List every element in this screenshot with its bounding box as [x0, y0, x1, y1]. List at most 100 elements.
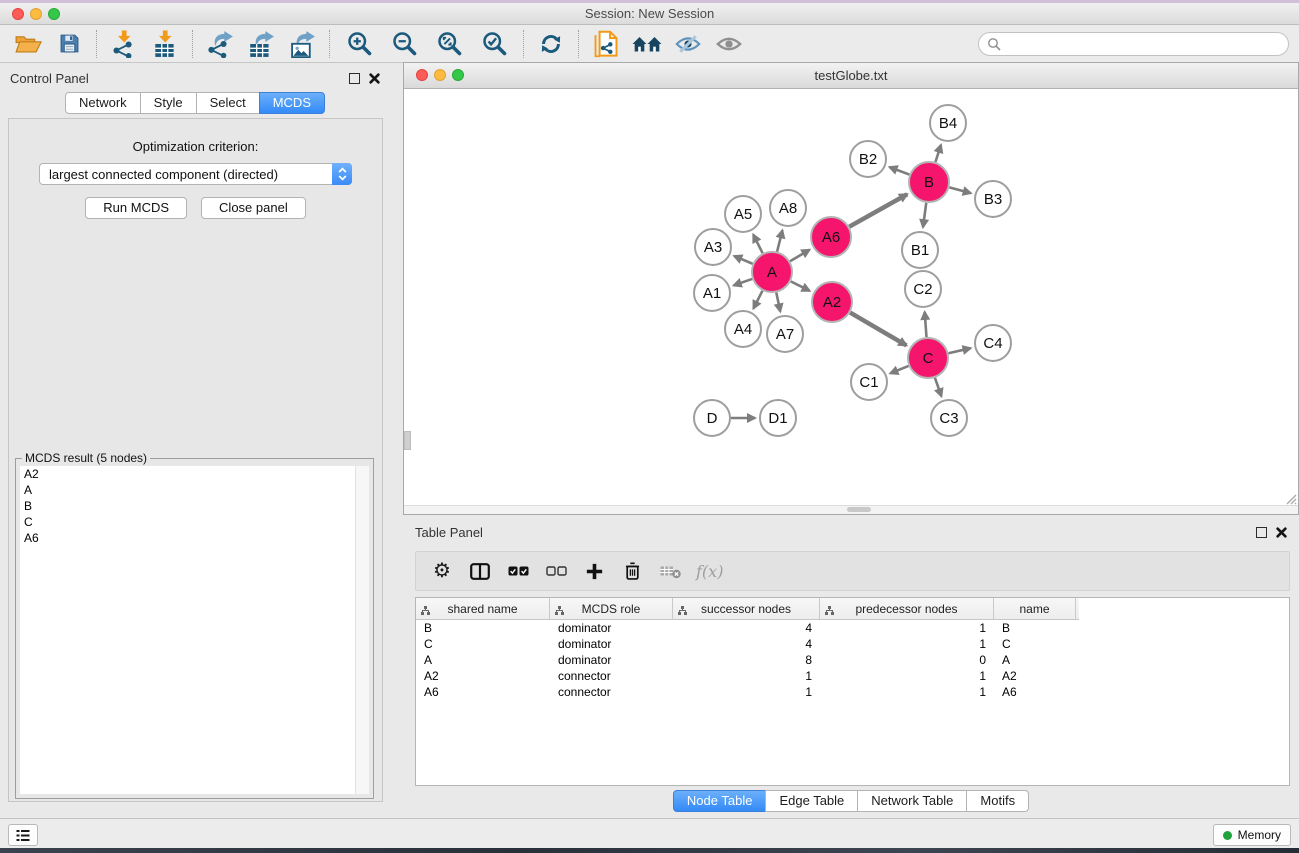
network-canvas[interactable]: B4B2BB3A5A8A6A3B1AA1C2A2A4A7C4CC1C3DD1 [404, 89, 1298, 506]
refresh-button[interactable] [533, 28, 569, 60]
column-header-MCDS-role[interactable]: MCDS role [550, 598, 673, 619]
zoom-selected-button[interactable] [474, 28, 514, 60]
column-header-label: successor nodes [701, 602, 791, 616]
graph-edge-B-B3[interactable] [949, 187, 970, 193]
table-row[interactable]: Bdominator41B [416, 620, 1289, 636]
split-panel-button[interactable] [468, 559, 492, 583]
control-panel-tabs: NetworkStyleSelectMCDS [0, 92, 390, 114]
export-table-button[interactable] [243, 28, 279, 60]
graph-edge-B-B1[interactable] [923, 203, 926, 227]
status-bar: Memory [0, 818, 1299, 848]
split-columns-icon [470, 563, 490, 580]
graph-edge-C-C3[interactable] [935, 378, 941, 396]
import-network-button[interactable] [106, 28, 142, 60]
graph-edge-B-B2[interactable] [890, 167, 910, 174]
export-image-button[interactable] [284, 28, 320, 60]
import-table-button[interactable] [147, 28, 183, 60]
graph-edge-C-C4[interactable] [948, 348, 970, 353]
add-column-button[interactable] [582, 559, 606, 583]
resize-grip[interactable] [1284, 492, 1297, 505]
tab-mcds[interactable]: MCDS [259, 92, 325, 114]
graph-edge-A-A7[interactable] [776, 293, 780, 312]
toolbar-separator [578, 30, 579, 58]
mcds-result-item[interactable]: A [20, 482, 369, 498]
run-mcds-button[interactable]: Run MCDS [85, 197, 187, 219]
float-panel-icon[interactable] [1256, 527, 1267, 538]
graph-edge-A-A4[interactable] [753, 291, 762, 309]
graph-edge-A-A6[interactable] [790, 250, 809, 262]
new-network-from-selection-button[interactable] [588, 28, 624, 60]
network-horizontal-scrollbar[interactable] [404, 505, 1298, 514]
tab-network-table[interactable]: Network Table [857, 790, 967, 812]
tab-edge-table[interactable]: Edge Table [765, 790, 858, 812]
mcds-result-item[interactable]: A2 [20, 466, 369, 482]
graph-edge-A-A3[interactable] [734, 256, 752, 264]
show-all-button[interactable] [711, 28, 747, 60]
graph-node-label: A4 [734, 321, 752, 338]
graph-edge-A-A2[interactable] [791, 281, 810, 290]
zoom-in-icon [347, 31, 372, 56]
network-vertical-scrollbar[interactable] [404, 431, 411, 450]
table-cell: connector [550, 668, 673, 684]
hide-selected-button[interactable] [670, 28, 706, 60]
graph-edge-A-A5[interactable] [753, 235, 762, 254]
list-icon [16, 829, 30, 842]
table-cell: 1 [820, 668, 994, 684]
network-hscroll-thumb[interactable] [847, 507, 871, 512]
tab-node-table[interactable]: Node Table [673, 790, 767, 812]
column-header-name[interactable]: name [994, 598, 1076, 619]
mcds-result-item[interactable]: B [20, 498, 369, 514]
graph-edge-A-A8[interactable] [777, 230, 782, 251]
optimization-criterion-select[interactable]: largest connected component (directed) [39, 163, 352, 185]
column-header-predecessor-nodes[interactable]: predecessor nodes [820, 598, 994, 619]
zoom-fit-icon [437, 31, 462, 56]
table-panel-title: Table Panel [415, 525, 483, 540]
memory-button[interactable]: Memory [1213, 824, 1291, 846]
table-row[interactable]: Cdominator41C [416, 636, 1289, 652]
select-all-button[interactable] [506, 559, 530, 583]
graph-edge-C-C1[interactable] [890, 366, 908, 373]
first-neighbors-button[interactable] [629, 28, 665, 60]
graph-edge-C-C2[interactable] [925, 312, 927, 337]
app-screen: Session: New Session [0, 0, 1299, 853]
graph-node-label: A5 [734, 206, 752, 223]
table-row[interactable]: Adominator80A [416, 652, 1289, 668]
tab-select[interactable]: Select [196, 92, 260, 114]
tree-icon [825, 604, 834, 618]
open-file-button[interactable] [10, 28, 46, 60]
close-panel-icon[interactable] [1276, 527, 1287, 538]
export-network-button[interactable] [202, 28, 238, 60]
mcds-result-item[interactable]: C [20, 514, 369, 530]
table-row[interactable]: A6connector11A6 [416, 684, 1289, 700]
column-header-successor-nodes[interactable]: successor nodes [673, 598, 820, 619]
zoom-out-button[interactable] [384, 28, 424, 60]
delete-column-button[interactable] [620, 559, 644, 583]
table-row[interactable]: A2connector11A2 [416, 668, 1289, 684]
deselect-all-button[interactable] [544, 559, 568, 583]
app-titlebar: Session: New Session [0, 3, 1299, 25]
tab-style[interactable]: Style [140, 92, 197, 114]
tab-motifs[interactable]: Motifs [966, 790, 1029, 812]
table-settings-button[interactable]: ⚙ [430, 559, 454, 583]
graph-edge-B-B4[interactable] [935, 145, 941, 162]
result-list-scrollbar[interactable] [355, 466, 369, 794]
float-panel-icon[interactable] [349, 73, 360, 84]
table-panel-header: Table Panel [403, 518, 1299, 546]
column-header-shared-name[interactable]: shared name [416, 598, 550, 619]
graph-edge-A-A1[interactable] [734, 279, 752, 285]
graph-edge-A6-B[interactable] [849, 194, 907, 226]
zoom-in-button[interactable] [339, 28, 379, 60]
tab-network[interactable]: Network [65, 92, 141, 114]
close-panel-button[interactable]: Close panel [201, 197, 306, 219]
toolbar-search-field[interactable] [978, 32, 1289, 56]
graph-edge-A2-C[interactable] [850, 313, 906, 346]
graph-node-label: B1 [911, 242, 929, 259]
search-input[interactable] [1001, 35, 1280, 52]
save-session-button[interactable] [51, 28, 87, 60]
zoom-fit-button[interactable] [429, 28, 469, 60]
task-history-button[interactable] [8, 824, 38, 846]
graph-node-label: C [923, 350, 934, 367]
mcds-result-item[interactable]: A6 [20, 530, 369, 546]
close-panel-icon[interactable] [369, 73, 380, 84]
toolbar-separator [96, 30, 97, 58]
